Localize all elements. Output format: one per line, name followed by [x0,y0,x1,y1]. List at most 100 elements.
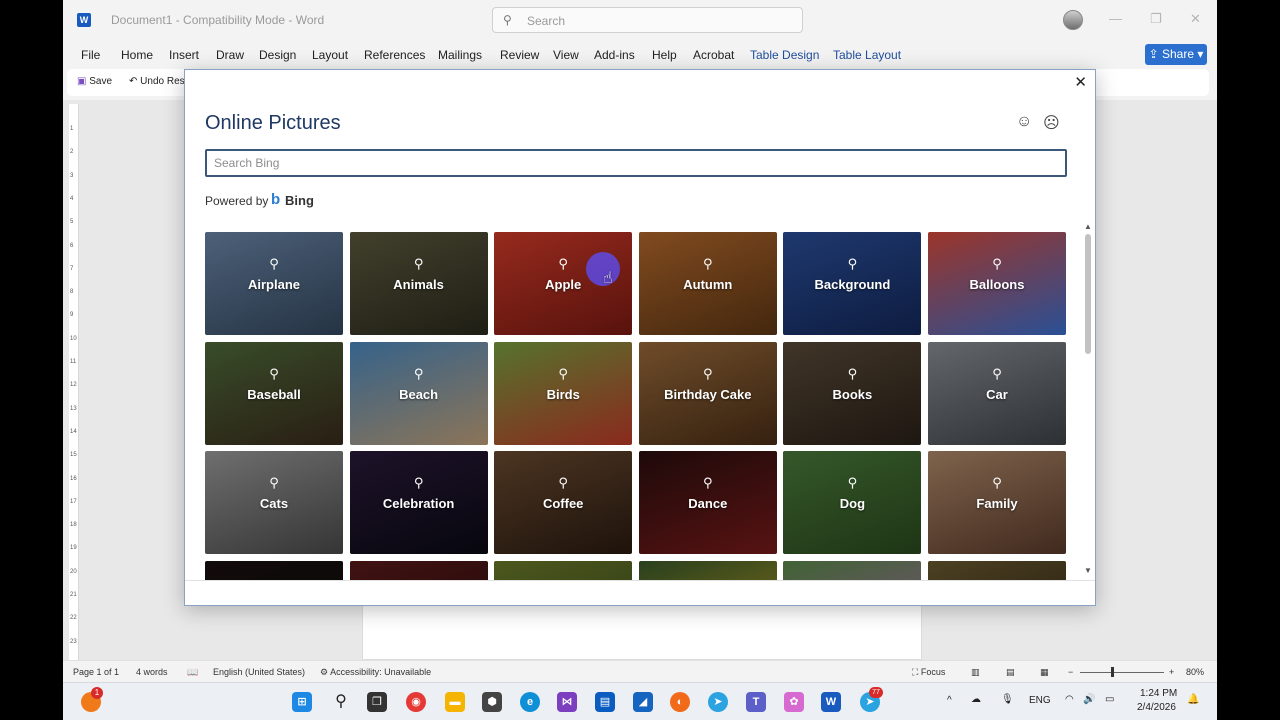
zoom-slider-thumb[interactable] [1111,667,1114,677]
bing-search-input[interactable] [205,149,1067,177]
focus-button[interactable]: ⛶ Focus [912,667,945,678]
store-icon[interactable]: ▤ [595,692,615,712]
volume-icon[interactable]: 🔊 [1083,694,1095,705]
clock-date[interactable]: 2/4/2026 [1137,702,1176,713]
tile-birthday-cake[interactable]: ⚲ Birthday Cake [638,341,777,445]
restore-button[interactable]: ❐ [1150,11,1162,27]
app-cube-icon[interactable]: ⬢ [482,692,502,712]
tile-row4-4[interactable] [783,560,922,580]
scrollbar-thumb[interactable] [1085,234,1091,354]
tab-table-layout[interactable]: Table Layout [833,48,901,62]
title-search-box[interactable]: ⚲ Search [492,7,803,33]
task-view-icon[interactable]: ❐ [367,692,387,712]
file-explorer-icon[interactable]: ▬ [445,692,465,712]
save-button[interactable]: ▣ Save [77,76,112,87]
teams-icon[interactable]: T [746,692,766,712]
title-bar: W Document1 - Compatibility Mode - Word … [63,0,1217,40]
battery-icon[interactable]: ▭ [1105,694,1114,705]
tile-row4-5[interactable] [928,560,1066,580]
tab-layout[interactable]: Layout [312,48,348,62]
tile-cats[interactable]: ⚲ Cats [205,451,343,554]
dialog-scrollbar[interactable]: ▲ ▼ [1083,222,1093,580]
notifications-bell-icon[interactable]: 🔔 [1187,694,1199,705]
tile-background[interactable]: ⚲ Background [783,232,922,335]
tile-balloons[interactable]: ⚲ Balloons [928,232,1066,335]
word-count[interactable]: 4 words [136,667,168,677]
tile-row4-0[interactable] [205,560,343,580]
tile-row4-3[interactable] [638,560,777,580]
tab-view[interactable]: View [553,48,579,62]
read-mode-icon[interactable]: ▥ [971,667,980,678]
tile-row4-1[interactable] [349,560,488,580]
tab-draw[interactable]: Draw [216,48,244,62]
tab-mailings[interactable]: Mailings [438,48,482,62]
tab-insert[interactable]: Insert [169,48,199,62]
wifi-icon[interactable]: ◠ [1065,694,1074,705]
edge-icon[interactable]: e [520,692,540,712]
zoom-level[interactable]: 80% [1186,667,1204,677]
magnifier-icon: ⚲ [413,256,424,271]
microphone-icon[interactable]: 🎙 [1001,694,1014,705]
close-window-button[interactable]: ✕ [1190,11,1201,27]
minimize-button[interactable]: — [1109,11,1122,26]
tile-family[interactable]: ⚲ Family [928,451,1066,554]
input-language[interactable]: ENG [1029,695,1051,706]
proofing-icon[interactable]: 📖 [187,667,198,678]
tile-beach[interactable]: ⚲ Beach [349,341,488,445]
tile-baseball[interactable]: ⚲ Baseball [205,341,343,445]
dialog-close-button[interactable]: ✕ [1074,73,1087,91]
tile-overlay [638,560,777,580]
tile-car[interactable]: ⚲ Car [928,341,1066,445]
app-sail-icon[interactable]: ◢ [633,692,653,712]
frown-feedback-icon[interactable]: ☹ [1043,113,1060,133]
smile-feedback-icon[interactable]: ☺ [1016,113,1032,131]
clock-time[interactable]: 1:24 PM [1140,688,1177,699]
tile-row4-2[interactable] [494,560,633,580]
tile-celebration[interactable]: ⚲ Celebration [349,451,488,554]
ruler-tick: 22 [70,615,77,622]
word-app-icon[interactable]: W [77,13,91,27]
tab-help[interactable]: Help [652,48,677,62]
user-avatar[interactable] [1063,10,1083,30]
tab-review[interactable]: Review [500,48,539,62]
scroll-down-icon[interactable]: ▼ [1084,566,1092,575]
tile-birds[interactable]: ⚲ Birds [494,341,633,445]
visual-studio-icon[interactable]: ⋈ [557,692,577,712]
zoom-in-button[interactable]: + [1169,667,1174,677]
tab-references[interactable]: References [364,48,425,62]
page-count[interactable]: Page 1 of 1 [73,667,119,677]
language-status[interactable]: English (United States) [213,667,305,677]
print-layout-icon[interactable]: ▤ [1006,667,1015,678]
tile-autumn[interactable]: ⚲ Autumn [638,232,777,335]
firefox-icon[interactable]: ◐ [670,692,690,712]
tile-books[interactable]: ⚲ Books [783,341,922,445]
copilot-icon[interactable]: ✿ [784,692,804,712]
tab-design[interactable]: Design [259,48,296,62]
undo-button[interactable]: ↶ Undo Res [129,76,185,87]
zoom-out-button[interactable]: − [1068,667,1073,677]
tile-dog[interactable]: ⚲ Dog [783,451,922,554]
tab-table-design[interactable]: Table Design [750,48,819,62]
ruler-tick: 9 [70,312,74,319]
tile-label: Autumn [683,277,733,292]
tile-dance[interactable]: ⚲ Dance [638,451,777,554]
tile-coffee[interactable]: ⚲ Coffee [494,451,633,554]
start-icon[interactable]: ⊞ [292,692,312,712]
tab-file[interactable]: File [81,48,100,62]
tab-home[interactable]: Home [121,48,153,62]
tile-animals[interactable]: ⚲ Animals [349,232,488,335]
accessibility-status[interactable]: ⚙ Accessibility: Unavailable [320,667,431,678]
chrome-icon[interactable]: ◉ [406,692,426,712]
tab-acrobat[interactable]: Acrobat [693,48,734,62]
share-button[interactable]: ⇪ Share ▾ [1145,44,1207,65]
word-taskbar-icon[interactable]: W [821,692,841,712]
telegram-icon[interactable]: ➤ [708,692,728,712]
tab-add-ins[interactable]: Add-ins [594,48,635,62]
tile-airplane[interactable]: ⚲ Airplane [205,232,343,335]
zoom-slider[interactable] [1080,672,1164,673]
search-taskbar-icon[interactable]: ⚲ [331,692,351,712]
scroll-up-icon[interactable]: ▲ [1084,222,1092,231]
web-layout-icon[interactable]: ▦ [1040,667,1049,678]
tray-chevron-icon[interactable]: ^ [947,695,952,706]
cloud-icon[interactable]: ☁ [971,694,981,705]
